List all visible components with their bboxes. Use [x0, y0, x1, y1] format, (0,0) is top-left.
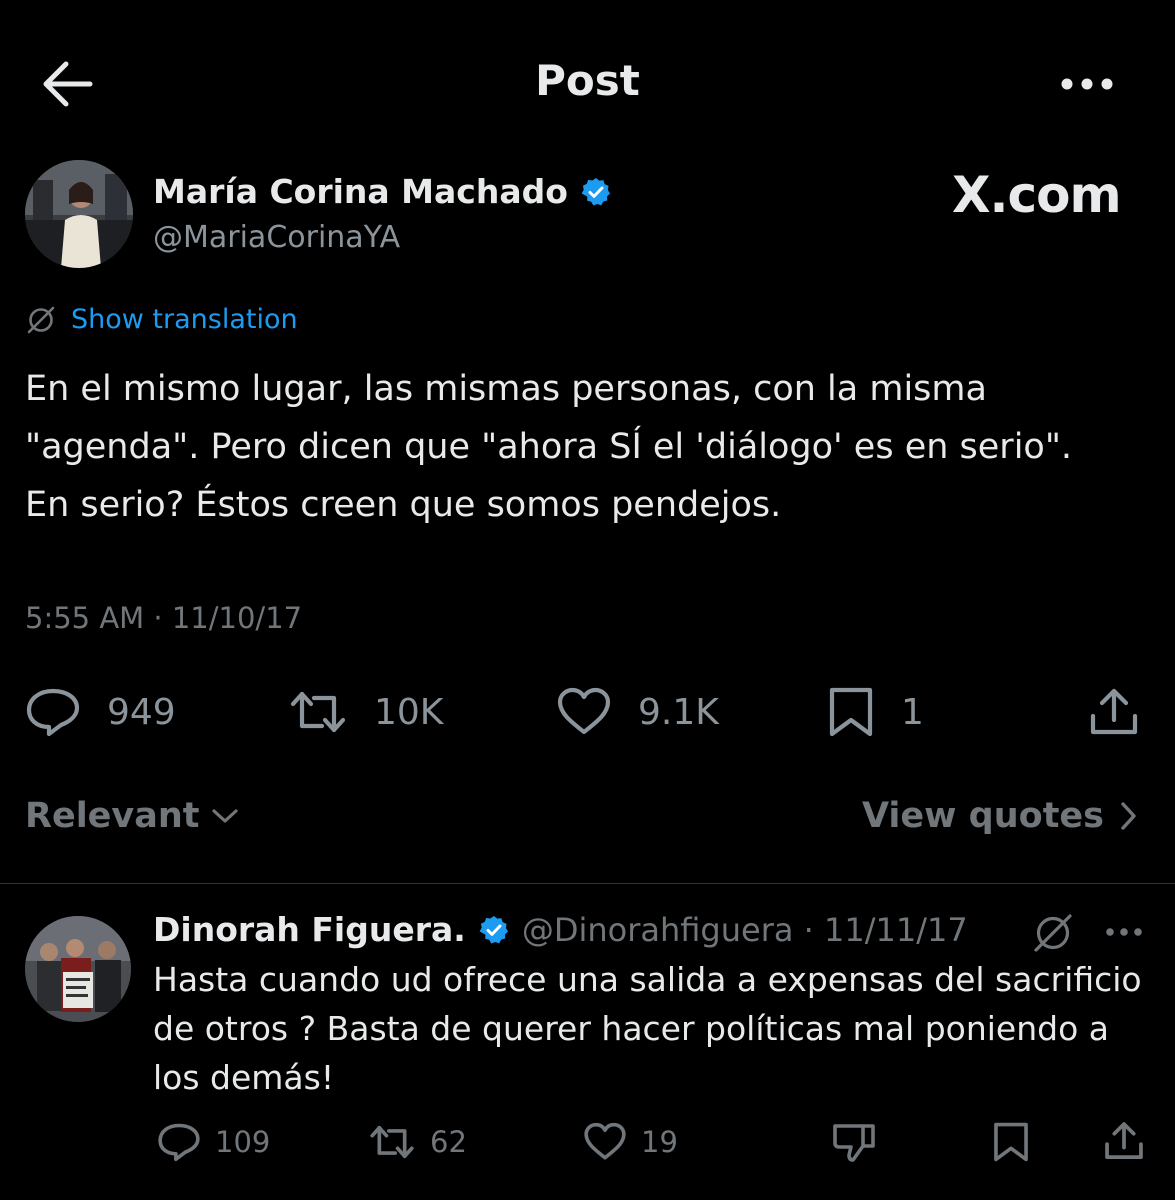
- bookmark-count: 1: [901, 691, 924, 733]
- view-quotes-link[interactable]: View quotes: [862, 796, 1138, 836]
- repost-icon: [288, 688, 348, 736]
- author-name-text: María Corina Machado: [153, 172, 568, 211]
- verified-badge-icon: [580, 176, 612, 208]
- reply-more-button[interactable]: [1104, 924, 1144, 940]
- sort-label: Relevant: [25, 796, 200, 836]
- reply-count: 949: [107, 691, 176, 733]
- heart-icon: [583, 1122, 627, 1162]
- reply-author-handle[interactable]: @Dinorahfiguera · 11/11/17: [522, 911, 968, 949]
- sort-dropdown[interactable]: Relevant: [25, 796, 240, 836]
- heart-icon: [556, 687, 612, 737]
- repost-count: 10K: [374, 691, 444, 733]
- reply-header: Dinorah Figuera. @Dinorahfiguera · 11/11…: [153, 910, 968, 949]
- page-title: Post: [535, 56, 640, 105]
- reply-repost-button[interactable]: 62: [368, 1118, 467, 1166]
- author-name[interactable]: María Corina Machado: [153, 172, 612, 211]
- post-text-line: En serio? Éstos creen que somos pendejos…: [25, 485, 782, 525]
- reply-avatar[interactable]: [25, 916, 131, 1022]
- divider: [0, 883, 1175, 884]
- repost-icon: [368, 1123, 416, 1161]
- author-handle[interactable]: @MariaCorinaYA: [153, 220, 400, 255]
- grok-button[interactable]: [1030, 912, 1076, 954]
- bookmark-icon: [827, 686, 875, 738]
- post-text-line: "agenda". Pero dicen que "ahora SÍ el 'd…: [25, 427, 1073, 467]
- reply-reply-count: 109: [215, 1125, 271, 1159]
- show-translation-link[interactable]: Show translation: [25, 304, 298, 335]
- more-options-button[interactable]: [1058, 70, 1116, 98]
- reply-text-line: los demás!: [153, 1058, 335, 1097]
- bookmark-button[interactable]: 1: [827, 684, 924, 740]
- reply-share-button[interactable]: [1103, 1119, 1145, 1163]
- more-horizontal-icon: [1106, 928, 1142, 936]
- reply-bookmark-button[interactable]: [992, 1120, 1030, 1164]
- profile-photo-icon: [25, 916, 131, 1022]
- thumbs-down-icon: [833, 1124, 875, 1162]
- avatar[interactable]: [25, 160, 133, 268]
- grok-icon: [1034, 914, 1072, 952]
- post-text: En el mismo lugar, las mismas personas, …: [25, 360, 1150, 534]
- profile-photo-icon: [25, 160, 133, 268]
- reply-text-line: Hasta cuando ud ofrece una salida a expe…: [153, 960, 1142, 999]
- reply-author-name[interactable]: Dinorah Figuera.: [153, 910, 466, 949]
- reply-like-button[interactable]: 19: [583, 1118, 678, 1166]
- chevron-down-icon: [210, 806, 240, 826]
- reply-text-line: de otros ? Basta de querer hacer polític…: [153, 1009, 1109, 1048]
- post-text-line: En el mismo lugar, las mismas personas, …: [25, 369, 987, 409]
- like-count: 9.1K: [638, 691, 719, 733]
- reply-icon: [25, 687, 81, 737]
- view-quotes-label: View quotes: [861, 796, 1104, 836]
- watermark-text: X.com: [952, 166, 1122, 224]
- repost-button[interactable]: 10K: [288, 684, 443, 740]
- downvote-button[interactable]: [831, 1120, 877, 1164]
- verified-badge-icon: [478, 914, 510, 946]
- reply-repost-count: 62: [430, 1125, 467, 1159]
- share-icon: [1105, 1122, 1143, 1160]
- more-horizontal-icon: [1061, 78, 1113, 90]
- reply-icon: [157, 1122, 201, 1162]
- reply-text: Hasta cuando ud ofrece una salida a expe…: [153, 955, 1163, 1102]
- bookmark-icon: [994, 1122, 1028, 1162]
- chevron-right-icon: [1118, 800, 1138, 832]
- share-icon: [1090, 688, 1138, 735]
- post-timestamp[interactable]: 5:55 AM · 11/10/17: [25, 601, 302, 635]
- reply-button[interactable]: 949: [25, 684, 176, 740]
- like-button[interactable]: 9.1K: [556, 684, 719, 740]
- share-button[interactable]: [1088, 686, 1140, 738]
- show-translation-label: Show translation: [71, 304, 298, 335]
- reply-like-count: 19: [641, 1125, 678, 1159]
- reply-reply-button[interactable]: 109: [157, 1118, 270, 1166]
- grok-icon: [25, 305, 57, 335]
